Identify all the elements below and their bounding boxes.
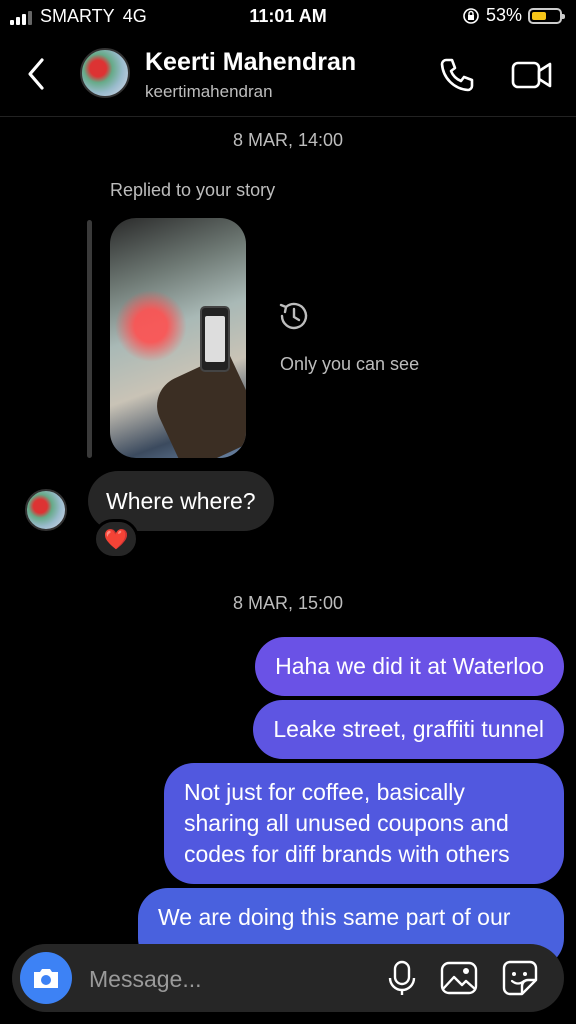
sender-avatar[interactable] [25, 489, 67, 531]
battery-fill [532, 11, 546, 20]
message-composer [12, 944, 564, 1012]
chat-header: Keerti Mahendran keertimahendran [0, 36, 576, 117]
gallery-icon[interactable] [439, 958, 479, 998]
reply-indicator-line [87, 220, 92, 458]
story-thumbnail[interactable] [110, 218, 246, 458]
battery-icon [528, 7, 565, 24]
outgoing-message[interactable]: Leake street, graffiti tunnel [253, 700, 564, 759]
story-image-detail [147, 353, 246, 458]
contact-handle[interactable]: keertimahendran [145, 82, 273, 102]
avatar[interactable] [80, 48, 130, 98]
timestamp: 8 MAR, 14:00 [232, 130, 344, 150]
sticker-icon[interactable] [500, 958, 540, 998]
timestamp: 8 MAR, 15:00 [232, 593, 344, 613]
back-icon[interactable] [22, 54, 52, 94]
orientation-lock-icon [463, 7, 479, 24]
status-right: 53% [462, 5, 565, 26]
heart-reaction[interactable]: ❤️ [93, 519, 139, 559]
outgoing-messages: Haha we did it at Waterloo Leake street,… [124, 637, 564, 968]
status-bar: SMARTY 4G 11:01 AM 53% [0, 0, 576, 32]
camera-icon [34, 969, 58, 988]
history-icon [279, 302, 308, 330]
video-call-icon[interactable] [510, 56, 554, 94]
battery-percent: 53% [485, 5, 522, 25]
story-image-phone [200, 306, 230, 372]
message-input[interactable] [87, 956, 371, 1002]
outgoing-message[interactable]: Haha we did it at Waterloo [255, 637, 564, 696]
phone-icon[interactable] [436, 54, 478, 96]
contact-name[interactable]: Keerti Mahendran [145, 48, 356, 77]
microphone-icon[interactable] [382, 958, 422, 998]
story-visibility-notice: Only you can see [280, 354, 420, 374]
camera-button[interactable] [20, 952, 72, 1004]
outgoing-message[interactable]: Not just for coffee, basically sharing a… [164, 763, 564, 884]
replied-to-story-label: Replied to your story [110, 180, 276, 200]
